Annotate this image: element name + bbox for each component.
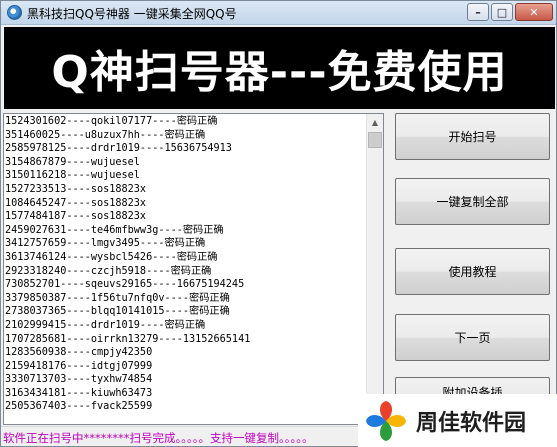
banner: Q神扫号器---免费使用 (4, 27, 555, 109)
copy-all-button[interactable]: 一键复制全部 (395, 178, 550, 225)
result-line[interactable]: 1527233513----sos18823x (5, 183, 367, 197)
scroll-thumb[interactable] (368, 132, 382, 148)
result-line[interactable]: 1283560938----cmpjy42350 (5, 346, 367, 360)
watermark-logo-icon (366, 400, 406, 441)
result-line[interactable]: 351460025----u8uzux7hh----密码正确 (5, 129, 367, 143)
result-line[interactable]: 3379850387----1f56tu7nfq0v----密码正确 (5, 292, 367, 306)
main-window: 黑科技扫QQ号神器 一键采集全网QQ号 – □ ✕ Q神扫号器---免费使用 1… (0, 0, 557, 447)
result-line[interactable]: 2585978125----drdr1019----15636754913 (5, 142, 367, 156)
result-line[interactable]: 2102999415----drdr1019----密码正确 (5, 319, 367, 333)
results-lines: 1524301602----qokil07177----密码正确 35146002… (5, 115, 367, 414)
result-line[interactable]: 3613746124----wysbcl5426----密码正确 (5, 251, 367, 265)
result-line[interactable]: 1577484187----sos18823x (5, 210, 367, 224)
banner-title: Q神扫号器---免费使用 (51, 47, 508, 98)
tutorial-button[interactable]: 使用教程 (395, 248, 550, 295)
result-line[interactable]: 1707285681----oirrkn13279----13152665141 (5, 333, 367, 347)
result-line[interactable]: 730852701----sqeuvs29165----16675194245 (5, 278, 367, 292)
result-line[interactable]: 1524301602----qokil07177----密码正确 (5, 115, 367, 129)
title-bar[interactable]: 黑科技扫QQ号神器 一键采集全网QQ号 – □ ✕ (1, 1, 556, 25)
status-text: 软件正在扫号中********扫号完成。。。。。支持一键复制。。。。。 (3, 431, 314, 445)
result-line[interactable]: 2923318240----czcjh5918----密码正确 (5, 265, 367, 279)
vertical-scrollbar[interactable]: ▲ ▼ (366, 114, 383, 424)
result-line[interactable]: 2505367403----fvack25599 (5, 400, 367, 414)
next-page-button[interactable]: 下一页 (395, 314, 550, 361)
start-scan-button[interactable]: 开始扫号 (395, 113, 550, 160)
result-line[interactable]: 3154867879----wujuesel (5, 156, 367, 170)
minimize-button[interactable]: – (467, 3, 489, 21)
watermark: 周佳软件园 (358, 394, 557, 447)
result-line[interactable]: 1084645247----sos18823x (5, 197, 367, 211)
result-line[interactable]: 2459027631----te46mfbww3g----密码正确 (5, 224, 367, 238)
watermark-text: 周佳软件园 (416, 410, 527, 436)
result-line[interactable]: 2738037365----blqq10141015----密码正确 (5, 305, 367, 319)
result-line[interactable]: 3412757659----lmgv3495----密码正确 (5, 237, 367, 251)
window-title: 黑科技扫QQ号神器 一键采集全网QQ号 (27, 7, 237, 21)
maximize-button[interactable]: □ (491, 3, 513, 21)
result-line[interactable]: 3163434181----kiuwh63473 (5, 387, 367, 401)
result-line[interactable]: 2159418176----idtgj07999 (5, 360, 367, 374)
result-line[interactable]: 3150116218----wujuesel (5, 169, 367, 183)
app-icon (7, 5, 22, 20)
results-listbox[interactable]: 1524301602----qokil07177----密码正确 35146002… (3, 113, 384, 425)
result-line[interactable]: 3330713703----tyxhw74854 (5, 373, 367, 387)
close-button[interactable]: ✕ (515, 3, 553, 21)
scroll-up-arrow-icon[interactable]: ▲ (367, 114, 383, 131)
